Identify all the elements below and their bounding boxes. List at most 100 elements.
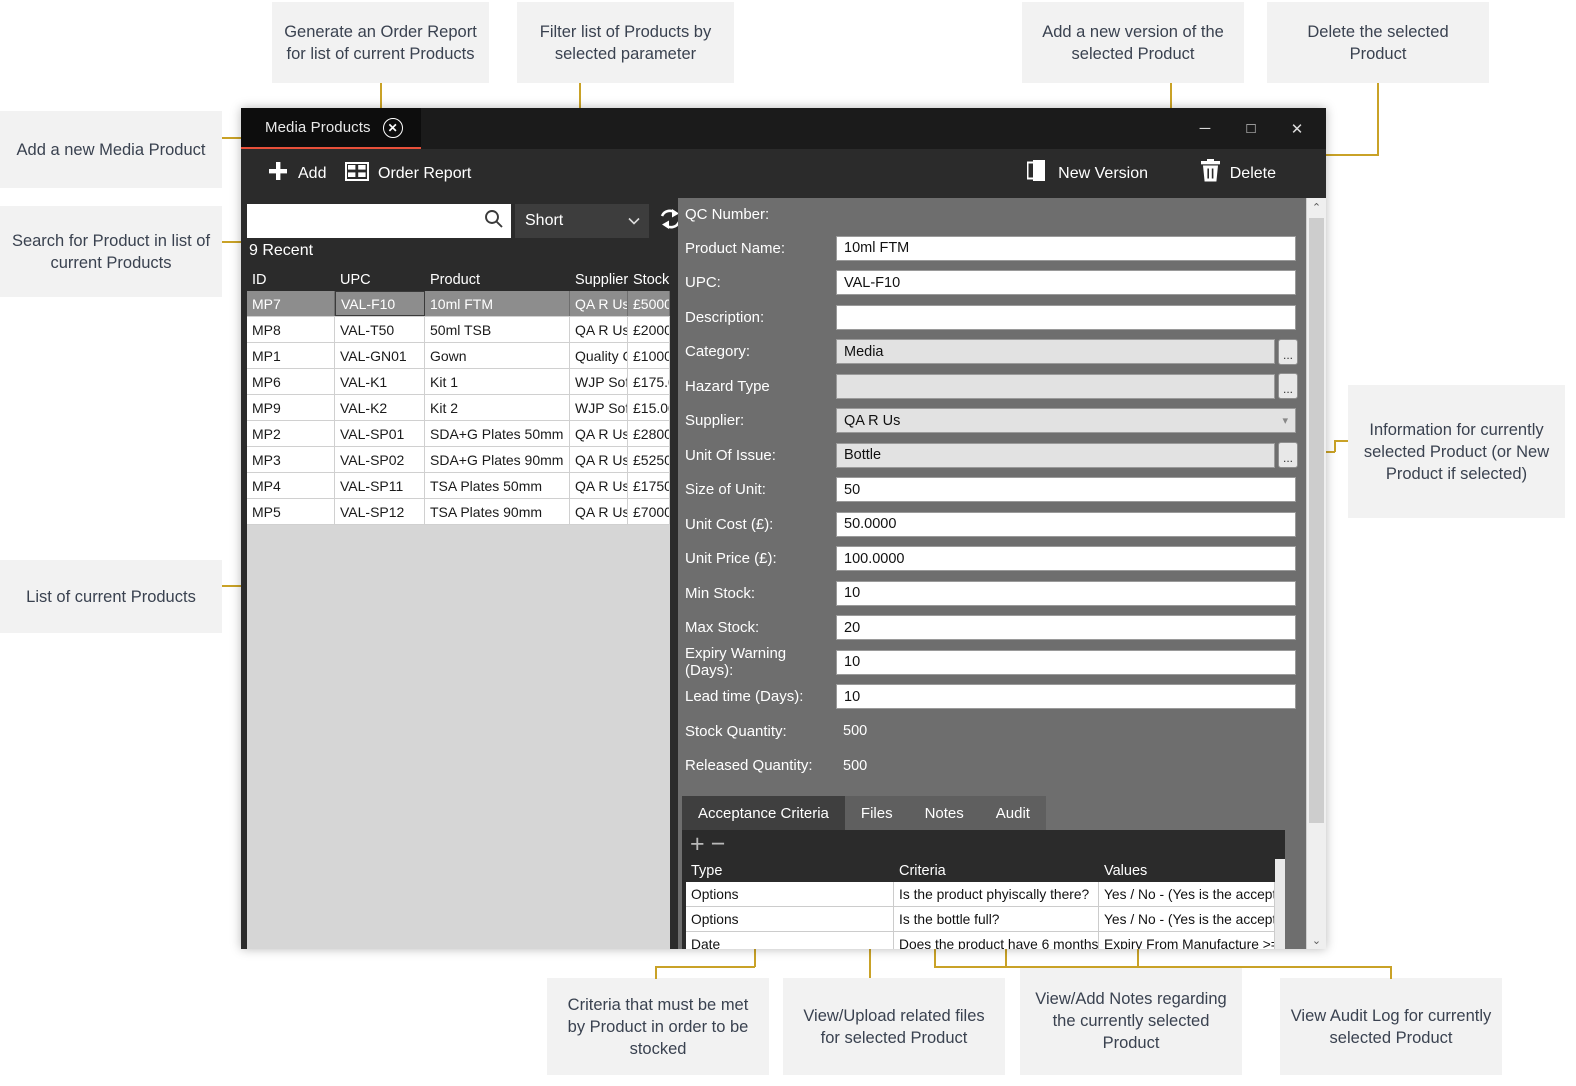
unit-price-label: Unit Price (£): [685, 550, 777, 568]
table-row[interactable]: MP6 VAL-K1 Kit 1 WJP Softw £175.00 [247, 369, 670, 395]
tab-notes-label: Notes [924, 804, 964, 822]
max-stock-label: Max Stock: [685, 619, 760, 637]
min-stock-input[interactable]: 10 [836, 580, 1296, 606]
add-button[interactable]: Add [259, 149, 334, 198]
close-circle-icon[interactable]: ✕ [382, 117, 403, 138]
new-version-button[interactable]: New Version [1019, 149, 1156, 198]
upc-label: UPC: [685, 274, 721, 292]
unit-of-issue-input[interactable]: Bottle [836, 442, 1275, 468]
search-input[interactable] [247, 204, 511, 238]
product-grid-header: ID UPC Product Supplier Stock Va [247, 268, 670, 291]
scroll-down-arrow[interactable]: ⌄ [1307, 931, 1326, 949]
delete-button[interactable]: Delete [1192, 149, 1284, 198]
supplier-combobox[interactable]: QA R Us [836, 408, 1296, 434]
detail-scroll-area: QC Number: Product Name: 10ml FTM UPC: V… [678, 198, 1306, 949]
table-row[interactable]: MP5 VAL-SP12 TSA Plates 90mm QA R Us £70… [247, 499, 670, 525]
column-header-criteria[interactable]: Criteria [894, 863, 1099, 879]
size-of-unit-input[interactable]: 50 [836, 477, 1296, 503]
max-stock-input[interactable]: 20 [836, 615, 1296, 641]
tab-audit[interactable]: Audit [979, 796, 1046, 830]
order-report-button-label: Order Report [378, 164, 472, 182]
tab-files[interactable]: Files [844, 796, 909, 830]
table-row[interactable]: MP4 VAL-SP11 TSA Plates 50mm QA R Us £17… [247, 473, 670, 499]
minimize-button[interactable]: ─ [1182, 108, 1228, 149]
column-header-stock[interactable]: Stock Va [628, 272, 670, 288]
field-lead-time: Lead time (Days): 10 [678, 680, 1306, 715]
unit-cost-input[interactable]: 50.0000 [836, 511, 1296, 537]
cell-stock: £7000.00 [628, 499, 670, 524]
table-row[interactable]: Date Does the product have 6 months Expi… [686, 932, 1275, 949]
tab-media-products[interactable]: Media Products ✕ [241, 108, 421, 149]
cell-product: Gown [425, 343, 570, 368]
cell-id: MP5 [247, 499, 335, 524]
product-name-input[interactable]: 10ml FTM [836, 235, 1296, 261]
table-row[interactable]: MP1 VAL-GN01 Gown Quality C £10000.00 [247, 343, 670, 369]
unit-of-issue-label: Unit Of Issue: [685, 446, 776, 464]
cell-id: MP3 [247, 447, 335, 472]
tab-notes[interactable]: Notes [908, 796, 980, 830]
cell-supplier: QA R Us [570, 291, 628, 316]
table-row[interactable]: Options Is the product phyiscally there?… [686, 882, 1275, 907]
criteria-table-header: Type Criteria Values [686, 859, 1275, 882]
product-name-label: Product Name: [685, 239, 786, 257]
category-browse-button[interactable]: ... [1278, 338, 1298, 365]
add-button-label: Add [298, 164, 327, 182]
description-input[interactable] [836, 304, 1296, 330]
close-button[interactable]: ✕ [1274, 108, 1320, 149]
column-header-type[interactable]: Type [686, 863, 894, 879]
table-row[interactable]: MP3 VAL-SP02 SDA+G Plates 90mm QA R Us £… [247, 447, 670, 473]
search-box[interactable] [247, 204, 511, 238]
hazard-type-input[interactable] [836, 373, 1275, 399]
table-row[interactable]: MP2 VAL-SP01 SDA+G Plates 50mm QA R Us £… [247, 421, 670, 447]
category-input[interactable]: Media [836, 339, 1275, 365]
cell-id: MP4 [247, 473, 335, 498]
scroll-thumb[interactable] [1309, 218, 1324, 823]
table-row[interactable]: MP7 VAL-F10 10ml FTM QA R Us £50000.00 [247, 291, 670, 317]
tab-files-label: Files [860, 804, 893, 822]
window-controls: ─ □ ✕ [1182, 108, 1320, 149]
cell-supplier: QA R Us [570, 473, 628, 498]
table-row[interactable]: MP9 VAL-K2 Kit 2 WJP Softw £15.00 [247, 395, 670, 421]
table-row[interactable]: Options Is the bottle full? Yes / No - (… [686, 907, 1275, 932]
cell-upc: VAL-T50 [335, 317, 425, 342]
leader-audit-h [1005, 966, 1391, 968]
criteria-vertical-scrollbar[interactable] [1275, 859, 1285, 949]
hazard-type-browse-button[interactable]: ... [1278, 373, 1298, 400]
callout-notes: View/Add Notes regarding the currently s… [1020, 967, 1242, 1075]
cell-supplier: QA R Us [570, 317, 628, 342]
product-grid: ID UPC Product Supplier Stock Va MP7 VAL… [247, 268, 670, 949]
column-header-upc[interactable]: UPC [335, 272, 425, 288]
expiry-warning-label: Expiry Warning (Days): [685, 645, 787, 680]
cell-product: 50ml TSB [425, 317, 570, 342]
search-icon[interactable] [484, 209, 503, 233]
supplier-label: Supplier: [685, 412, 745, 430]
trash-icon [1200, 159, 1221, 188]
cell-upc: VAL-SP02 [335, 447, 425, 472]
detail-vertical-scrollbar[interactable]: ⌃ ⌄ [1306, 198, 1326, 949]
column-header-supplier[interactable]: Supplier [570, 272, 628, 288]
criteria-toolbar: + − [682, 830, 1285, 859]
cell-upc: VAL-SP11 [335, 473, 425, 498]
expiry-warning-input[interactable]: 10 [836, 649, 1296, 675]
upc-input[interactable]: VAL-F10 [836, 270, 1296, 296]
unit-price-input[interactable]: 100.0000 [836, 546, 1296, 572]
tab-acceptance-criteria[interactable]: Acceptance Criteria [682, 796, 845, 830]
unit-of-issue-browse-button[interactable]: ... [1278, 442, 1298, 469]
table-row[interactable]: MP8 VAL-T50 50ml TSB QA R Us £20000.00 [247, 317, 670, 343]
cell-upc: VAL-F10 [335, 291, 425, 316]
maximize-button[interactable]: □ [1228, 108, 1274, 149]
order-report-button[interactable]: Order Report [337, 149, 479, 198]
column-header-id[interactable]: ID [247, 272, 335, 288]
remove-criteria-icon[interactable]: − [711, 832, 726, 857]
field-category: Category: Media ... [678, 335, 1306, 370]
scroll-up-arrow[interactable]: ⌃ [1307, 198, 1326, 216]
lead-time-input[interactable]: 10 [836, 684, 1296, 710]
column-header-values[interactable]: Values [1099, 863, 1275, 879]
add-criteria-icon[interactable]: + [690, 832, 705, 857]
cell-upc: VAL-K2 [335, 395, 425, 420]
cell-product: TSA Plates 90mm [425, 499, 570, 524]
column-header-product[interactable]: Product [425, 272, 570, 288]
filter-select[interactable]: Short [515, 204, 649, 238]
callout-info-text: Information for currently selected Produ… [1363, 420, 1550, 483]
callout-files: View/Upload related files for selected P… [783, 978, 1005, 1075]
